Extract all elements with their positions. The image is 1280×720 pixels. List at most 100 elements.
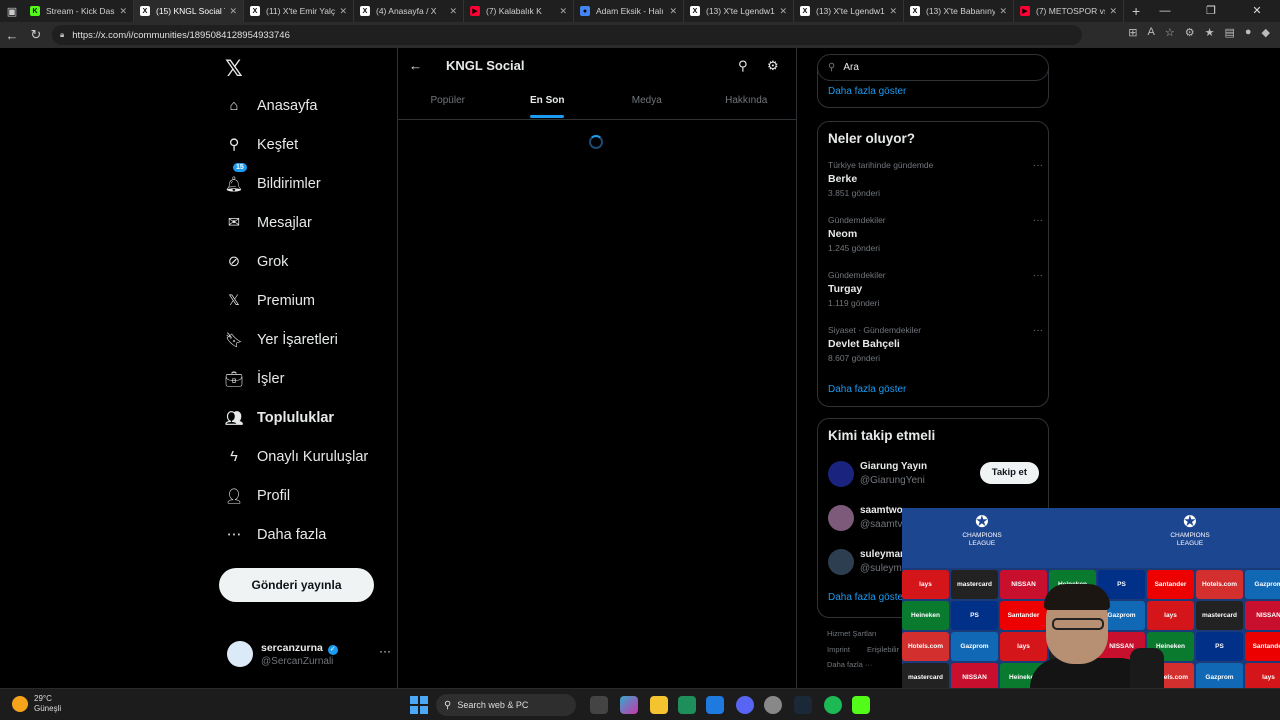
back-browser-icon[interactable]: ← — [0, 28, 24, 43]
browser-tab[interactable]: X (13) X'te Lgendw1: ✕ — [684, 0, 794, 22]
nav-item[interactable]: 𝕏 Premium — [225, 286, 315, 316]
tab-close-icon[interactable]: ✕ — [1109, 6, 1117, 17]
browser-tab[interactable]: ▶ (7) METOSPOR vs K ✕ — [1014, 0, 1124, 22]
browser-tab[interactable]: X (13) X'te Lgendw1: ✕ — [794, 0, 904, 22]
trend-meta: Gündemdekiler — [828, 215, 886, 225]
browser-tab[interactable]: ▶ (7) Kalabalık K ✕ — [464, 0, 574, 22]
tab-close-icon[interactable]: ✕ — [779, 6, 787, 17]
nav-item[interactable]: ✉ Mesajlar — [225, 208, 312, 238]
post-button[interactable]: Gönderi yayınla — [219, 568, 374, 602]
nav-item[interactable]: ⌂ Anasayfa — [225, 91, 318, 121]
tab-close-icon[interactable]: ✕ — [559, 6, 567, 17]
extensions-icon[interactable]: ⚙ — [1185, 26, 1195, 39]
nav-item[interactable]: 🔖︎ Yer İşaretleri — [225, 325, 338, 355]
tab-close-icon[interactable]: ✕ — [229, 6, 237, 17]
spotify-icon[interactable] — [824, 696, 842, 714]
tab-title: (11) X'te Emir Yalçın — [266, 6, 336, 16]
follow-show-more-link[interactable]: Daha fazla göster — [828, 592, 906, 603]
trend-count: 3.851 gönderi — [828, 188, 880, 198]
tab-close-icon[interactable]: ✕ — [339, 6, 347, 17]
nav-item[interactable]: ⚲ Keşfet — [225, 130, 298, 160]
settings-gear-icon[interactable]: ⚙ — [767, 58, 779, 74]
trend-more-icon[interactable]: ··· — [1033, 160, 1043, 171]
browser-tab[interactable]: X (11) X'te Emir Yalçın ✕ — [244, 0, 354, 22]
footer-link[interactable]: Hizmet Şartları — [827, 629, 877, 638]
nav-item[interactable]: 👥︎ Topluluklar — [225, 403, 334, 433]
discord-icon[interactable] — [736, 696, 754, 714]
reload-icon[interactable]: ↻ — [24, 27, 48, 43]
chatgpt-icon[interactable] — [764, 696, 782, 714]
close-window-icon[interactable]: ✕ — [1234, 0, 1280, 22]
account-more-icon[interactable]: ··· — [379, 644, 391, 658]
search-input[interactable]: ⚲ Ara — [817, 54, 1049, 81]
tab-close-icon[interactable]: ✕ — [449, 6, 457, 17]
tab-title: (13) X'te Babanıny — [926, 6, 996, 16]
browser-tab[interactable]: K Stream - Kick Dashb ✕ — [24, 0, 134, 22]
nav-item[interactable]: ⊘ Grok — [225, 247, 289, 277]
tab-close-icon[interactable]: ✕ — [999, 6, 1007, 17]
footer-link[interactable]: Daha fazla ··· — [827, 660, 872, 669]
trend-more-icon[interactable]: ··· — [1033, 215, 1043, 226]
file-explorer-icon[interactable] — [650, 696, 668, 714]
trend-item[interactable]: Gündemdekiler Turgay 1.119 gönderi ··· — [828, 270, 1043, 320]
glasses — [1052, 618, 1104, 630]
minimize-icon[interactable]: — — [1142, 0, 1188, 22]
read-aloud-icon[interactable]: A — [1148, 26, 1155, 39]
collections-icon[interactable]: ▤ — [1224, 26, 1234, 39]
favorite-star-icon[interactable]: ☆ — [1165, 26, 1175, 39]
back-arrow-icon[interactable]: ← — [409, 58, 422, 73]
weather-widget[interactable]: 29°C Güneşli — [12, 694, 61, 714]
footer-link[interactable]: Imprint — [827, 645, 850, 654]
community-tab[interactable]: Hakkında — [697, 88, 797, 119]
browser-tab[interactable]: X (13) X'te Babanıny ✕ — [904, 0, 1014, 22]
taskbar-search[interactable]: ⚲ Search web & PC — [436, 694, 576, 716]
task-view-icon[interactable] — [590, 696, 608, 714]
footer-link[interactable]: Erişilebilir — [867, 645, 899, 654]
community-tab[interactable]: Popüler — [398, 88, 498, 119]
url-field[interactable]: 🔒︎ https://x.com/i/communities/189508412… — [52, 25, 1082, 45]
community-tab[interactable]: Medya — [597, 88, 697, 119]
steam-icon[interactable] — [794, 696, 812, 714]
edge-beta-icon[interactable] — [706, 696, 724, 714]
follow-button[interactable]: Takip et — [979, 462, 1039, 484]
nav-item[interactable]: ϟ Onaylı Kuruluşlar — [225, 442, 368, 472]
trend-more-icon[interactable]: ··· — [1033, 270, 1043, 281]
nav-item[interactable]: 💼︎ İşler — [225, 364, 285, 394]
main-column: ← KNGL Social ⚲ ⚙ Popüler En Son Medya Hakk… — [397, 48, 797, 688]
edge-icon[interactable] — [678, 696, 696, 714]
trend-item[interactable]: Siyaset · Gündemdekiler Devlet Bahçeli 8.6… — [828, 325, 1043, 375]
tab-title: Stream - Kick Dashb — [46, 6, 115, 16]
kick-icon[interactable] — [852, 696, 870, 714]
copilot-taskbar-icon[interactable] — [620, 696, 638, 714]
tab-close-icon[interactable]: ✕ — [119, 6, 127, 17]
tab-close-icon[interactable]: ✕ — [889, 6, 897, 17]
apps-icon[interactable]: ⊞ — [1128, 26, 1137, 39]
browser-avatar-icon[interactable]: ● — [1245, 26, 1252, 39]
profile-handle: @SercanZurnali — [261, 656, 334, 667]
trend-item[interactable]: Türkiye tarihinde gündemde Berke 3.851 gön… — [828, 160, 1043, 210]
trend-item[interactable]: Gündemdekiler Neom 1.245 gönderi ··· — [828, 215, 1043, 265]
browser-tab[interactable]: X (4) Anasayfa / X ✕ — [354, 0, 464, 22]
browser-tab[interactable]: ● Adam Eksik - Halı s ✕ — [574, 0, 684, 22]
trends-show-more-link[interactable]: Daha fazla göster — [828, 384, 906, 395]
show-more-link[interactable]: Daha fazla göster — [828, 86, 906, 97]
trend-more-icon[interactable]: ··· — [1033, 325, 1043, 336]
favorites-icon[interactable]: ★ — [1205, 26, 1215, 39]
bookmark-icon: 🔖︎ — [224, 332, 244, 349]
nav-item[interactable]: ⋯ Daha fazla — [225, 520, 327, 550]
nav-item-label: Onaylı Kuruluşlar — [257, 449, 369, 465]
browser-tab[interactable]: X (15) KNGL Social To ✕ — [134, 0, 244, 22]
tab-close-icon[interactable]: ✕ — [669, 6, 677, 17]
x-logo-icon[interactable]: 𝕏 — [225, 56, 243, 82]
community-search-icon[interactable]: ⚲ — [738, 58, 748, 74]
account-switcher[interactable]: sercanzurna ✓ @SercanZurnali ··· — [227, 638, 391, 672]
window-menu-icon[interactable]: ▣ — [0, 0, 24, 22]
streamer-hair — [1044, 584, 1110, 610]
start-button[interactable] — [410, 696, 428, 714]
nav-item[interactable]: 🔔︎ 15 Bildirimler — [225, 163, 321, 199]
copilot-icon[interactable]: ◆ — [1262, 26, 1270, 39]
follow-suggestion[interactable]: Giarung Yayın @GiarungYeni Takip et — [828, 459, 1043, 493]
community-tab[interactable]: En Son — [498, 88, 598, 119]
maximize-icon[interactable]: ❐ — [1188, 0, 1234, 22]
nav-item[interactable]: 👤︎ Profil — [225, 481, 290, 511]
